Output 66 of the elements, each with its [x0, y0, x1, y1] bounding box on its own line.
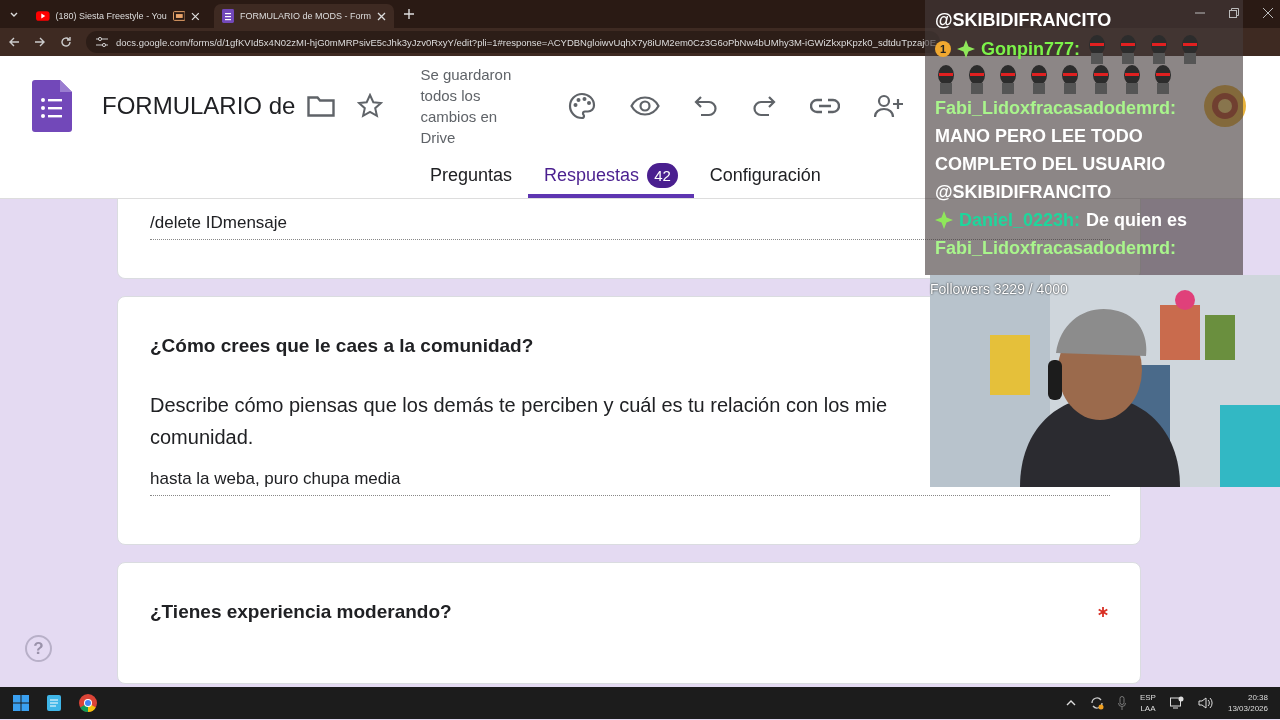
video-icon	[36, 11, 50, 21]
emote-icon	[1059, 64, 1081, 94]
link-icon[interactable]	[810, 98, 841, 114]
question-title: ¿Tienes experiencia moderando?	[150, 601, 452, 623]
emote-icon	[1179, 34, 1201, 64]
undo-icon[interactable]	[694, 95, 719, 117]
cast-icon	[172, 11, 186, 21]
network-icon[interactable]	[1169, 696, 1184, 710]
avatar[interactable]	[1204, 85, 1247, 127]
response-count: 42	[647, 162, 678, 188]
address-field[interactable]: docs.google.com/forms/d/1gfKVId5x4N02zMI-hjG0mMRPsivE5cJhk3yJzv0RxyY/edit?pli=1#response=ACYDBNgloiwvUqhX7y8iUM2em0Cz3G6oPbNw4bUMhy3M-iGWiZkxpKpzk0_sdtduTpzaj0E	[86, 31, 940, 53]
tab-label: Configuración	[709, 164, 821, 186]
site-settings-icon[interactable]	[96, 37, 108, 47]
clock[interactable]: 20:38 13/03/2026	[1227, 692, 1268, 714]
emote-icon	[1121, 64, 1143, 94]
emote-icon	[1152, 64, 1174, 94]
forward-icon[interactable]	[34, 36, 46, 48]
microphone-icon[interactable]	[1117, 696, 1126, 710]
channel-name: @SKIBIDIFRANCITO	[935, 9, 1112, 32]
browser-icon[interactable]	[79, 694, 97, 712]
emote-icon	[1117, 34, 1139, 64]
folder-icon[interactable]	[307, 95, 336, 117]
eye-icon[interactable]	[630, 96, 661, 116]
form-tab[interactable]: Configuración	[693, 156, 837, 198]
question-description: comunidad.	[150, 425, 254, 450]
emote-icon	[935, 64, 957, 94]
new-tab-icon[interactable]	[404, 9, 414, 19]
palette-icon[interactable]	[568, 92, 597, 120]
form-tab[interactable]: Preguntas	[414, 156, 529, 198]
browser-tab[interactable]: FORMULARIO de MODS - Form	[214, 4, 394, 28]
save-status: Se guardaron todos los cambios en Drive	[420, 65, 513, 148]
question-description: Describe cómo piensas que los demás te perciben y cuál es tu relación con los mie	[150, 393, 888, 418]
redo-icon[interactable]	[752, 95, 777, 117]
add-person-icon[interactable]	[874, 94, 905, 118]
chat-username: Fabi_Lidoxfracasadodemrd:	[935, 97, 1177, 120]
volume-icon[interactable]	[1197, 696, 1214, 710]
chat-username: Daniel_0223h:	[959, 209, 1081, 232]
start-icon[interactable]	[13, 695, 29, 711]
forms-logo-icon[interactable]	[32, 80, 72, 132]
chat-username: Gonpin777:	[981, 38, 1080, 61]
emote-icon	[1086, 34, 1108, 64]
keyboard-language[interactable]: ESP LAA	[1139, 692, 1156, 714]
form-icon	[222, 9, 234, 23]
emote-icon	[1028, 64, 1050, 94]
chat-message: De quien es	[1086, 209, 1188, 232]
restore-icon[interactable]	[1229, 8, 1239, 18]
back-icon[interactable]	[8, 36, 20, 48]
sync-icon[interactable]	[1089, 696, 1104, 710]
emote-icon	[966, 64, 988, 94]
chevron-up-icon[interactable]	[1065, 700, 1076, 706]
question-title: ¿Cómo crees que le caes a la comunidad?	[150, 335, 534, 357]
tab-label: Respuestas	[544, 164, 640, 186]
tab-label: Preguntas	[430, 164, 513, 186]
emote-icon	[997, 64, 1019, 94]
star-icon[interactable]	[357, 93, 384, 119]
chat-username: Fabi_Lidoxfracasadodemrd:	[935, 237, 1177, 260]
browser-tab[interactable]: (180) Siesta Freestyle - You	[28, 4, 208, 28]
close-icon[interactable]	[191, 11, 200, 21]
chat-message: MANO PERO LEE TODO COMPLETO DEL USUARIO @SKIBIDIFRANCITO	[935, 125, 1167, 204]
emote-icon	[1090, 64, 1112, 94]
form-title[interactable]: FORMULARIO de	[102, 92, 296, 120]
follower-goal: Followers 3229 / 4000	[930, 281, 1068, 297]
close-icon[interactable]	[1263, 8, 1273, 18]
close-icon[interactable]	[377, 11, 386, 21]
reload-icon[interactable]	[60, 36, 72, 48]
emote-icon	[1148, 34, 1170, 64]
